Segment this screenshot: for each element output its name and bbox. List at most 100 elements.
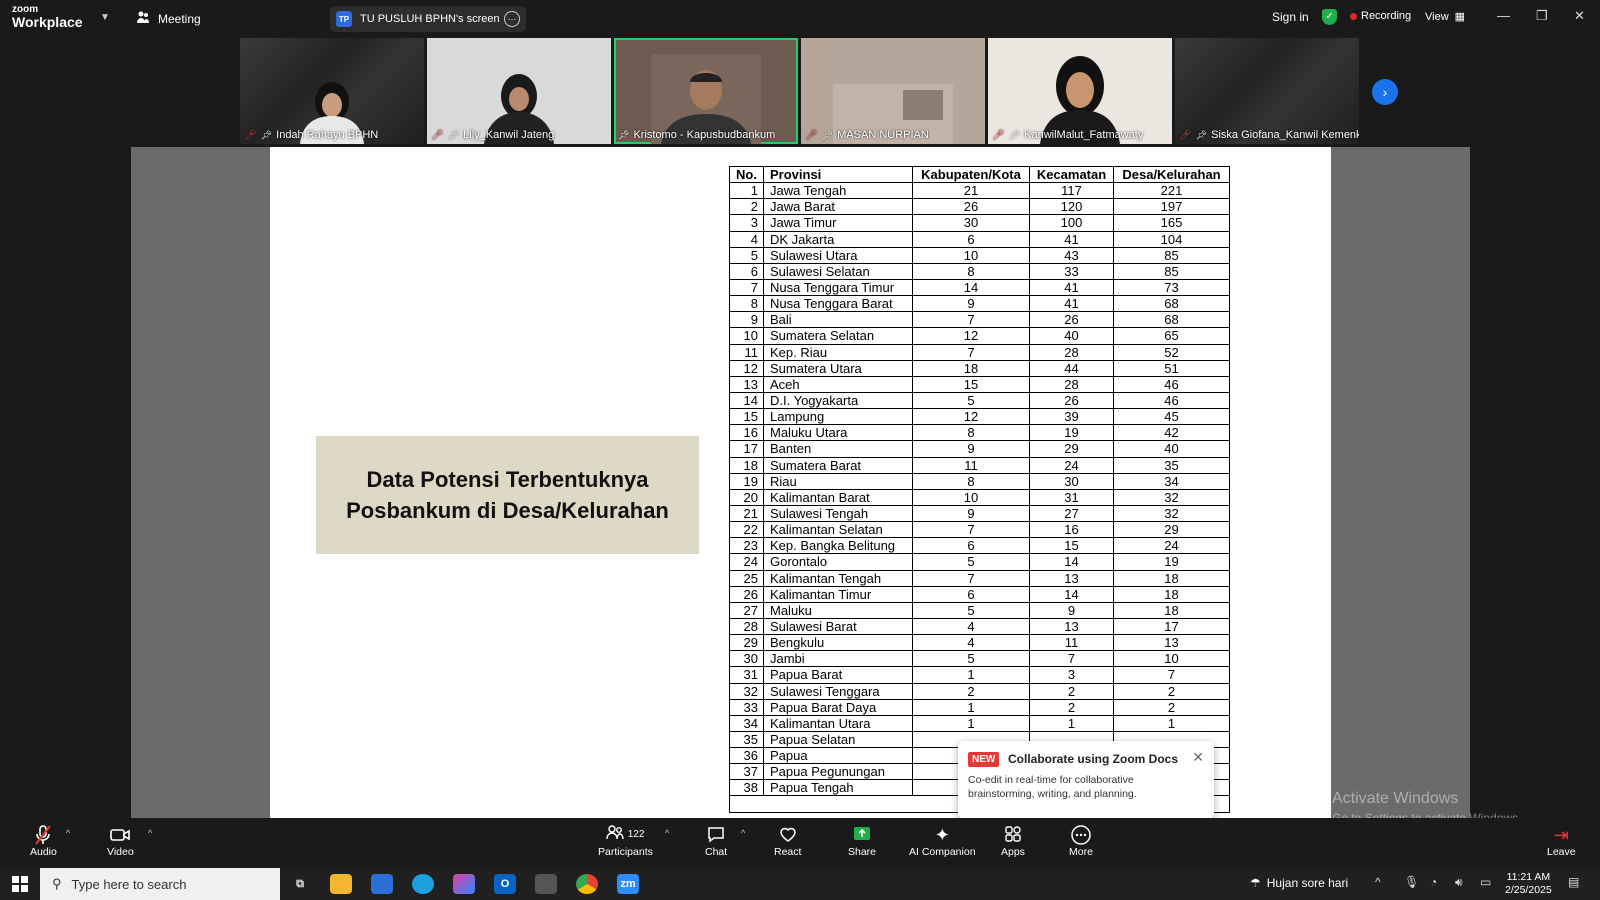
- minimize-icon[interactable]: —: [1497, 8, 1510, 23]
- chat-options-icon[interactable]: ^: [741, 828, 745, 838]
- windows-start-icon[interactable]: [12, 876, 28, 892]
- table-cell: 7: [1029, 650, 1114, 668]
- table-cell: 41: [1029, 295, 1114, 313]
- file-explorer-icon[interactable]: [330, 874, 352, 894]
- table-cell: 14: [1029, 585, 1114, 603]
- security-shield-icon[interactable]: ✓: [1322, 9, 1337, 25]
- table-cell: Papua Pegunungan: [763, 763, 913, 781]
- table-cell: 9: [912, 295, 1030, 313]
- video-tile[interactable]: 🎤︎ 📌︎ MASAN NURPIAN: [801, 38, 985, 144]
- video-button[interactable]: Video: [107, 824, 134, 858]
- copilot-icon[interactable]: [453, 874, 475, 894]
- notifications-icon[interactable]: ▤: [1568, 875, 1579, 889]
- table-cell: 10: [729, 327, 764, 345]
- table-cell: 7: [1113, 666, 1230, 684]
- table-cell: 34: [729, 714, 764, 732]
- system-clock[interactable]: 11:21 AM 2/25/2025: [1505, 871, 1552, 897]
- zoom-taskbar-icon[interactable]: zm: [617, 874, 639, 894]
- participant-name: 🎤︎ 📌︎ KanwilMalut_Fatmawaty: [992, 129, 1144, 141]
- meeting-menu[interactable]: Meeting: [136, 10, 201, 27]
- table-cell: 120: [1029, 198, 1114, 216]
- audio-options-icon[interactable]: ^: [66, 828, 70, 838]
- audio-button[interactable]: Audio: [30, 824, 57, 858]
- react-button[interactable]: React: [774, 824, 801, 858]
- share-button[interactable]: Share: [848, 824, 876, 858]
- table-cell: 26: [912, 198, 1030, 216]
- network-icon[interactable]: ◔: [1430, 875, 1437, 889]
- table-cell: Kalimantan Selatan: [763, 521, 913, 539]
- chat-button[interactable]: Chat: [705, 824, 727, 858]
- slide-title: Data Potensi Terbentuknya Posbankum di D…: [316, 436, 699, 554]
- camera-icon[interactable]: [535, 874, 557, 894]
- video-tile[interactable]: 🎤︎📌︎Siska Giofana_Kanwil Kemenkum...: [1175, 38, 1359, 144]
- table-cell: 46: [1113, 391, 1230, 410]
- table-cell: 68: [1113, 311, 1230, 329]
- slide-title-line1: Data Potensi Terbentuknya: [366, 467, 649, 492]
- video-tile[interactable]: 🎤︎ 📌︎ Lily_Kanwil Jateng: [427, 38, 611, 144]
- table-cell: 27: [729, 601, 764, 619]
- weather-widget[interactable]: ☂ Hujan sore hari: [1250, 876, 1348, 890]
- ai-companion-button[interactable]: ✦ AI Companion: [909, 824, 976, 858]
- table-cell: 13: [1113, 634, 1230, 652]
- table-cell: 68: [1113, 295, 1230, 313]
- screen-share-tab[interactable]: TP TU PUSLUH BPHN's screen ···: [330, 6, 526, 32]
- meeting-label: Meeting: [158, 11, 201, 26]
- store-icon[interactable]: [371, 874, 393, 894]
- edge-browser-icon[interactable]: [412, 874, 434, 894]
- leave-button[interactable]: ⇥ Leave: [1547, 824, 1576, 858]
- display-icon[interactable]: ▭: [1480, 875, 1491, 889]
- table-cell: Sulawesi Tenggara: [763, 682, 913, 700]
- outlook-icon[interactable]: O: [494, 874, 516, 894]
- table-cell: 30: [912, 214, 1030, 232]
- video-tile[interactable]: 🎤︎ 📌︎ Indah Rahayu BPHN: [240, 38, 424, 144]
- table-cell: 34: [1113, 472, 1230, 490]
- zoom-logo[interactable]: zoom Workplace: [12, 5, 83, 30]
- table-cell: 9: [912, 504, 1030, 523]
- share-label: Share: [848, 846, 877, 858]
- view-menu[interactable]: View ▦: [1425, 10, 1465, 24]
- table-cell: 5: [912, 601, 1030, 619]
- table-cell: Jawa Barat: [763, 198, 913, 216]
- taskbar-search[interactable]: ⚲ Type here to search: [40, 868, 280, 900]
- more-button[interactable]: More: [1069, 824, 1093, 858]
- table-cell: Nusa Tenggara Timur: [763, 278, 913, 297]
- table-cell: 13: [729, 375, 764, 393]
- table-cell: 30: [1029, 472, 1114, 490]
- table-cell: Papua Barat: [763, 666, 913, 684]
- table-cell: 30: [729, 650, 764, 668]
- table-cell: Bali: [763, 311, 913, 329]
- close-icon[interactable]: ✕: [1574, 8, 1585, 24]
- microphone-tray-icon[interactable]: 🎙︎: [1404, 875, 1419, 889]
- sign-in-link[interactable]: Sign in: [1272, 10, 1309, 24]
- leave-label: Leave: [1547, 846, 1576, 858]
- apps-button[interactable]: Apps: [1001, 824, 1025, 858]
- table-cell: 1: [1029, 714, 1114, 732]
- mic-muted-icon: 🎤︎: [244, 129, 257, 141]
- video-tile-active-speaker[interactable]: 📌︎ Kristomo - Kapusbudbankum: [614, 38, 798, 144]
- video-tile[interactable]: 🎤︎ 📌︎ KanwilMalut_Fatmawaty: [988, 38, 1172, 144]
- more-options-icon[interactable]: ···: [504, 11, 520, 27]
- participant-name: 🎤︎ 📌︎ MASAN NURPIAN: [805, 129, 929, 141]
- table-cell: 12: [912, 327, 1030, 345]
- table-row: 29 Bengkulu 4 11 13: [729, 634, 1230, 652]
- video-options-icon[interactable]: ^: [148, 828, 152, 838]
- chrome-icon[interactable]: [576, 874, 598, 894]
- chevron-down-icon[interactable]: ▼: [100, 12, 110, 23]
- table-row: 14 D.I. Yogyakarta 5 26 46: [729, 391, 1230, 410]
- close-icon[interactable]: ✕: [1192, 749, 1204, 766]
- participants-button[interactable]: 122 Participants: [598, 824, 653, 858]
- participants-options-icon[interactable]: ^: [665, 828, 669, 838]
- table-cell: 2: [729, 198, 764, 216]
- mic-muted-icon: 🎤︎: [1179, 129, 1192, 141]
- react-label: React: [774, 846, 802, 858]
- task-view-icon[interactable]: ⧉: [289, 874, 311, 894]
- restore-icon[interactable]: ❐: [1536, 8, 1548, 24]
- table-cell: 18: [1113, 569, 1230, 587]
- volume-icon[interactable]: 🔊︎: [1455, 875, 1463, 890]
- gallery-next-icon[interactable]: ›: [1372, 79, 1398, 105]
- table-cell: 5: [912, 391, 1030, 410]
- table-cell: 165: [1113, 214, 1230, 232]
- recording-indicator[interactable]: Recording: [1350, 10, 1411, 22]
- tray-chevron-up-icon[interactable]: ^: [1375, 875, 1381, 889]
- meeting-icon: [136, 10, 150, 27]
